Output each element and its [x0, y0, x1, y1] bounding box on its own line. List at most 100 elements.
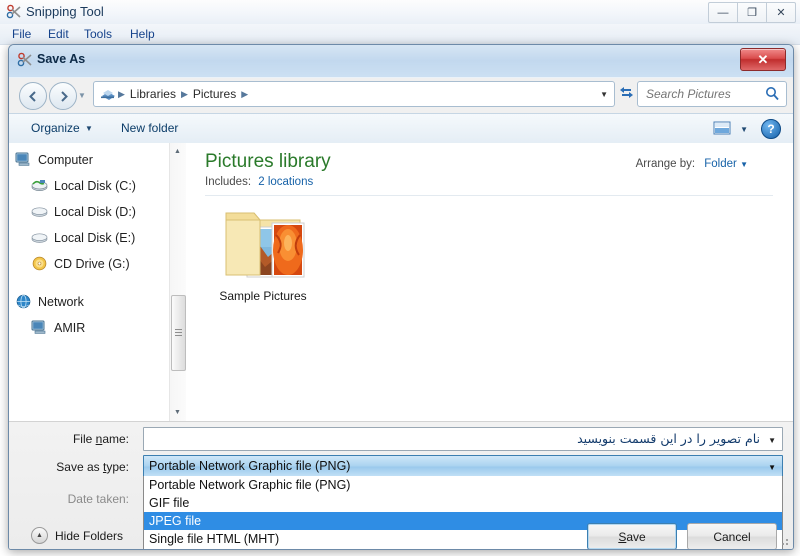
file-name-label: File name:	[72, 432, 129, 446]
window-controls: — ❐ ✕	[708, 2, 796, 23]
date-taken-label: Date taken:	[67, 492, 129, 506]
address-bar[interactable]: ▶ Libraries ▶ Pictures ▶ ▼	[93, 81, 615, 107]
breadcrumb-pictures[interactable]: Pictures	[190, 87, 239, 101]
dialog-title: Save As	[37, 52, 86, 66]
nav-item-label: Local Disk (C:)	[54, 179, 136, 193]
nav-item-label: Computer	[38, 153, 93, 167]
dialog-snipping-tool-icon	[17, 52, 33, 68]
address-dropdown-icon[interactable]: ▼	[600, 90, 608, 99]
scrollbar-thumb[interactable]	[171, 295, 186, 371]
save-as-type-combobox[interactable]: Portable Network Graphic file (PNG) ▼	[143, 455, 783, 478]
dialog-title-bar: Save As ✕	[9, 45, 793, 78]
nav-item-local-disk-d[interactable]: Local Disk (D:)	[9, 201, 169, 223]
dialog-body: Computer Local Disk (C:) Local Disk (D:)…	[9, 143, 793, 421]
cancel-button[interactable]: Cancel	[687, 523, 777, 549]
disk-icon	[31, 204, 49, 220]
save-as-type-value: Portable Network Graphic file (PNG)	[149, 459, 351, 473]
hide-folders-label: Hide Folders	[55, 528, 124, 543]
change-view-icon[interactable]	[713, 120, 731, 136]
navigation-bar: ▼ ▶ Libraries ▶ Pictures ▶ ▼	[9, 77, 793, 113]
dropdown-option-png[interactable]: Portable Network Graphic file (PNG)	[144, 476, 782, 494]
file-list-pane[interactable]: Pictures library Includes: 2 locations A…	[186, 143, 793, 421]
back-button[interactable]	[19, 82, 47, 110]
save-as-dialog: Save As ✕ ▼ ▶ Libraries ▶ Pictures ▶ ▼ S…	[8, 44, 794, 550]
nav-item-network[interactable]: Network	[9, 291, 169, 313]
minimize-button[interactable]: —	[708, 2, 738, 23]
arrange-by-value[interactable]: Folder	[704, 158, 737, 170]
computer-icon	[15, 152, 33, 168]
help-button[interactable]: ?	[761, 119, 781, 139]
library-includes: Includes: 2 locations	[205, 176, 313, 188]
save-as-type-label: Save as type:	[56, 460, 129, 474]
save-as-type-caret-icon[interactable]: ▼	[768, 463, 776, 472]
network-icon	[15, 294, 33, 310]
arrange-by-label: Arrange by:	[635, 158, 696, 170]
search-input[interactable]	[644, 86, 766, 102]
nav-item-local-disk-c[interactable]: Local Disk (C:)	[9, 175, 169, 197]
view-caret-icon[interactable]: ▼	[740, 125, 748, 134]
snipping-tool-window: Snipping Tool — ❐ ✕ File Edit Tools Help	[0, 0, 800, 556]
list-item-label: Sample Pictures	[219, 289, 307, 303]
nav-item-label: Local Disk (E:)	[54, 231, 136, 245]
library-title: Pictures library	[205, 151, 331, 172]
search-box[interactable]	[637, 81, 787, 107]
nav-item-local-disk-e[interactable]: Local Disk (E:)	[9, 227, 169, 249]
menu-help[interactable]: Help	[130, 27, 155, 41]
app-menu-bar: File Edit Tools Help	[0, 24, 800, 45]
disk-icon	[31, 230, 49, 246]
scrollbar-grip	[175, 329, 182, 336]
breadcrumb-sep-0: ▶	[118, 88, 125, 99]
dialog-close-button[interactable]: ✕	[740, 48, 786, 71]
nav-item-cd-drive-g[interactable]: CD Drive (G:)	[9, 253, 169, 275]
nav-item-label: CD Drive (G:)	[54, 257, 130, 271]
menu-tools[interactable]: Tools	[84, 27, 112, 41]
nav-item-label: AMIR	[54, 321, 86, 335]
snipping-tool-icon	[6, 4, 22, 20]
resize-grip[interactable]	[778, 535, 790, 547]
file-name-dropdown-icon[interactable]: ▼	[768, 436, 776, 445]
dialog-footer: ▲ Hide Folders Save Cancel	[9, 523, 793, 549]
nav-item-amir[interactable]: AMIR	[9, 317, 169, 339]
list-item[interactable]: Sample Pictures	[208, 205, 318, 313]
includes-locations-link[interactable]: 2 locations	[258, 176, 313, 188]
libraries-icon	[100, 87, 116, 101]
breadcrumb-sep-2: ▶	[241, 88, 249, 99]
save-button[interactable]: Save	[587, 523, 677, 549]
search-icon[interactable]	[765, 86, 780, 104]
computer-icon	[31, 320, 49, 336]
nav-item-label: Network	[38, 295, 84, 309]
app-title: Snipping Tool	[26, 4, 104, 19]
system-disk-icon	[31, 178, 49, 194]
forward-button[interactable]	[49, 82, 77, 110]
dropdown-option-gif[interactable]: GIF file	[144, 494, 782, 512]
file-name-field[interactable]: نام تصویر را در این قسمت بنویسید ▼	[143, 427, 783, 451]
maximize-button[interactable]: ❐	[737, 2, 767, 23]
nav-item-computer[interactable]: Computer	[9, 149, 169, 171]
save-button-label: Save	[618, 529, 646, 544]
includes-label: Includes:	[205, 176, 252, 188]
folder-with-pictures-icon	[220, 205, 306, 283]
refresh-icon[interactable]	[618, 85, 635, 103]
menu-edit[interactable]: Edit	[48, 27, 69, 41]
chevron-up-icon: ▲	[31, 527, 48, 544]
breadcrumb-sep-1: ▶	[180, 88, 188, 99]
arrange-by: Arrange by: Folder ▼	[636, 158, 748, 170]
app-title-bar: Snipping Tool — ❐ ✕	[0, 0, 800, 25]
command-bar: Organize ▼ New folder ▼ ?	[9, 113, 793, 145]
scroll-up-icon[interactable]: ▲	[174, 148, 181, 155]
file-name-value: نام تصویر را در این قسمت بنویسید	[577, 431, 760, 446]
hide-folders-button[interactable]: ▲ Hide Folders	[31, 527, 123, 544]
menu-file[interactable]: File	[12, 27, 31, 41]
arrange-caret-icon[interactable]: ▼	[740, 160, 748, 169]
library-divider	[205, 195, 773, 196]
cd-drive-icon	[31, 256, 49, 272]
breadcrumb-libraries[interactable]: Libraries	[127, 87, 179, 101]
new-folder-button[interactable]: New folder	[121, 121, 178, 135]
nav-item-label: Local Disk (D:)	[54, 205, 136, 219]
organize-caret-icon[interactable]: ▼	[85, 124, 93, 133]
navigation-pane-scrollbar[interactable]: ▲ ▼	[169, 143, 186, 421]
organize-button[interactable]: Organize	[31, 121, 80, 135]
recent-locations-icon[interactable]: ▼	[78, 91, 86, 100]
close-button[interactable]: ✕	[766, 2, 796, 23]
scroll-down-icon[interactable]: ▼	[174, 409, 181, 416]
